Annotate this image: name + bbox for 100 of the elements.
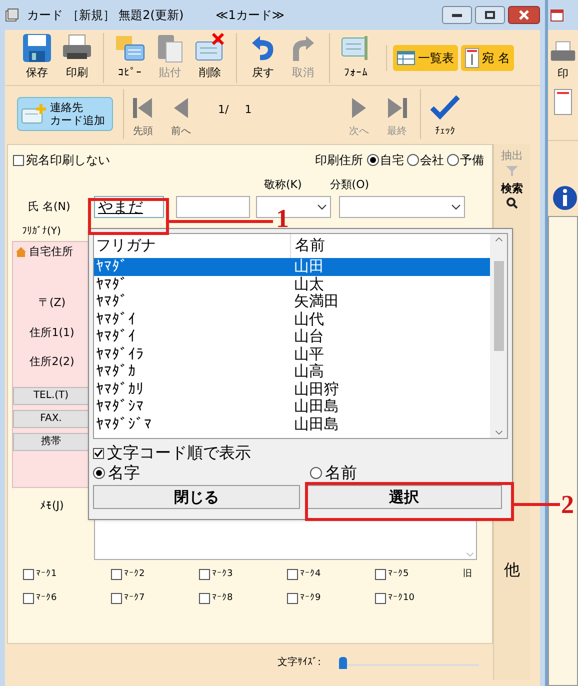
field-label: 〒(Z) (38, 295, 66, 311)
checkbox-label: ﾏｰｸ9 (300, 592, 321, 604)
checkbox-label: ﾏｰｸ6 (36, 592, 57, 604)
column-header[interactable]: 名前 (291, 234, 325, 258)
field-label: 敬称(K) (264, 176, 302, 192)
postcard-icon (554, 88, 572, 114)
minimize-button[interactable] (442, 6, 472, 24)
house-icon (15, 246, 27, 258)
toolbar-label: 印 (558, 66, 568, 82)
font-size-slider[interactable] (339, 655, 479, 669)
checkmark-icon (430, 94, 460, 120)
card-x-icon (195, 33, 225, 64)
calendar-icon (550, 8, 564, 22)
index-tab[interactable]: 他 (504, 558, 520, 582)
checkbox-label: 文字コード順で表示 (107, 442, 251, 464)
list-row[interactable]: ﾔﾏﾀﾞｲ 山台 (94, 328, 490, 346)
list-row[interactable]: ﾔﾏﾀﾞｶﾘ 山田狩 (94, 380, 490, 398)
checkbox[interactable] (375, 592, 386, 604)
checkbox-label: ﾏｰｸ10 (388, 592, 414, 604)
close-icon (519, 10, 529, 20)
radio-button[interactable] (93, 467, 105, 479)
scrollbar-thumb[interactable] (494, 261, 504, 351)
table-icon (397, 50, 415, 64)
checkbox-label: ﾏｰｸ2 (124, 568, 145, 581)
checkbox[interactable] (199, 592, 210, 604)
page-total: 1 (244, 102, 252, 118)
field-label: 分類(O) (330, 176, 370, 192)
checkbox-label: ﾏｰｸ7 (124, 592, 145, 604)
checkbox[interactable] (111, 592, 122, 604)
add-contact-button[interactable]: 連絡先 カード追加 (17, 96, 113, 130)
toolbar-button[interactable]: ｺﾋﾟｰ (110, 32, 150, 82)
checkbox-label: ﾏｰｸ5 (388, 568, 409, 581)
window-title: カード ［新規］ 無題2(更新) (27, 7, 184, 24)
folder-cards-icon (115, 33, 145, 64)
popup-button[interactable]: 選択 (306, 485, 502, 509)
phone-type-button[interactable]: TEL.(T) (13, 386, 89, 404)
checkbox[interactable] (287, 592, 298, 604)
radio-button[interactable] (367, 154, 379, 166)
checkbox-label: ﾏｰｸ8 (212, 592, 233, 604)
info-icon (552, 185, 578, 211)
given-name-field[interactable] (176, 196, 250, 218)
scroll-up-icon[interactable] (494, 237, 502, 242)
check-button[interactable]: ﾁｪｯｸ (425, 88, 465, 138)
checkbox[interactable] (375, 569, 386, 580)
slider-thumb[interactable] (339, 657, 347, 669)
maximize-button[interactable] (475, 6, 505, 24)
radio-label: 名字 (108, 462, 140, 484)
list-row[interactable]: ﾔﾏﾀﾞ 山太 (94, 276, 490, 293)
list-row[interactable]: ﾔﾏﾀﾞ 山田 (94, 258, 490, 276)
view-button[interactable]: 宛 名 (461, 44, 514, 70)
phone-type-button[interactable]: 携帯 (13, 432, 89, 450)
checkbox-label: ﾏｰｸ1 (36, 568, 57, 581)
clipboard-icon (155, 33, 185, 64)
callout-number: 2 (561, 490, 574, 520)
checkbox[interactable] (93, 448, 104, 458)
list-row[interactable]: ﾔﾏﾀﾞｲ 山代 (94, 310, 490, 328)
radio-button[interactable] (407, 154, 419, 166)
postcard-icon (465, 48, 479, 68)
checkbox-label: 宛名印刷しない (26, 152, 110, 169)
radio-label: 会社 (420, 152, 444, 169)
radio-button[interactable] (310, 467, 322, 479)
field-label: 印刷住所 (315, 152, 363, 169)
popup-button[interactable]: 閉じる (93, 485, 300, 509)
checkbox[interactable] (287, 569, 298, 580)
field-label: ﾌﾘｶﾞﾅ(Y) (21, 224, 61, 238)
sidebar-button[interactable]: 検索 (501, 178, 523, 211)
radio-label: 予備 (460, 152, 484, 169)
phone-type-button[interactable]: FAX. (13, 410, 89, 428)
list-row[interactable]: ﾔﾏﾀﾞ 矢満田 (94, 293, 490, 310)
toolbar-button[interactable]: 印刷 (57, 32, 97, 82)
checkbox[interactable] (199, 569, 210, 580)
checkbox[interactable] (13, 154, 24, 166)
toolbar-button[interactable]: ﾌｫｰﾑ (336, 32, 376, 82)
toolbar-button[interactable]: 戻す (243, 32, 283, 82)
radio-button[interactable] (447, 154, 459, 166)
scrollbar[interactable] (490, 234, 507, 438)
chevron-down-icon (317, 204, 327, 210)
scroll-down-icon[interactable] (494, 430, 502, 435)
checkbox-label: ﾏｰｸ4 (300, 568, 321, 581)
list-row[interactable]: ﾔﾏﾀﾞｼﾞﾏ 山田島 (94, 416, 490, 433)
card-plus-icon (21, 102, 47, 124)
card-count: ≪1カード≫ (216, 7, 284, 24)
search-icon (506, 197, 518, 209)
list-row[interactable]: ﾔﾏﾀﾞｼﾏ 山田島 (94, 398, 490, 416)
checkbox[interactable] (111, 569, 122, 580)
checkbox[interactable] (23, 592, 34, 604)
view-button[interactable]: 一覧表 (393, 44, 458, 70)
list-row[interactable]: ﾔﾏﾀﾞｶ 山高 (94, 363, 490, 380)
toolbar-button[interactable]: 削除 (190, 32, 230, 82)
nav-button[interactable]: 先頭 (124, 88, 162, 138)
skip-forward-icon (386, 96, 408, 120)
toolbar-button[interactable]: 保存 (17, 32, 57, 82)
cards-icon (5, 8, 19, 22)
list-row[interactable]: ﾔﾏﾀﾞｲﾗ 山平 (94, 346, 490, 363)
close-button[interactable] (508, 6, 540, 24)
nav-button[interactable]: 前へ (162, 88, 200, 138)
skip-back-icon (132, 96, 154, 120)
field-label: 住所2(2) (30, 354, 74, 370)
radio-label: 名前 (325, 462, 357, 484)
checkbox[interactable] (23, 569, 34, 580)
